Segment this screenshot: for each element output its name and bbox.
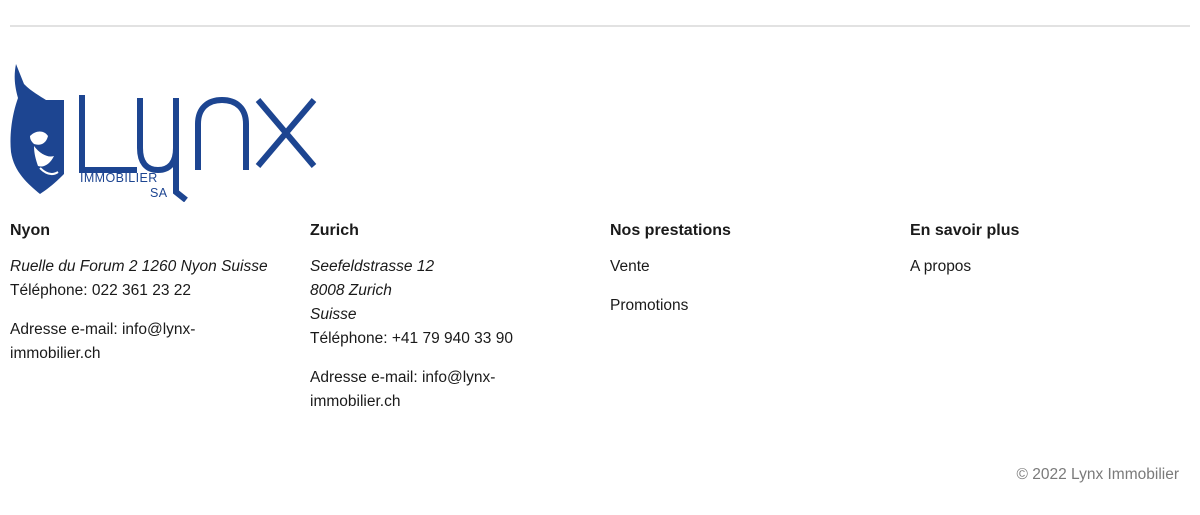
nyon-email-label: Adresse e-mail: <box>10 321 122 338</box>
nyon-address: Ruelle du Forum 2 1260 Nyon Suisse <box>10 258 268 275</box>
copyright-text: © 2022 Lynx Immobilier <box>1016 466 1179 483</box>
footer-divider <box>10 25 1190 27</box>
lynx-logo-graphic: IMMOBILIER SA <box>10 64 317 202</box>
footer-column-zurich: Zurich Seefeldstrasse 12 8008 Zurich Sui… <box>310 221 600 414</box>
column-title-nyon: Nyon <box>10 222 50 239</box>
footer-column-services: Nos prestations Vente Promotions <box>610 221 900 333</box>
nyon-email-line: Adresse e-mail: info@lynx-immobilier.ch <box>10 318 230 366</box>
column-title-zurich: Zurich <box>310 222 359 239</box>
column-title-services: Nos prestations <box>610 222 731 239</box>
link-promotions[interactable]: Promotions <box>610 294 900 318</box>
zurich-address-country: Suisse <box>310 306 357 323</box>
lynx-head-icon <box>10 64 65 194</box>
zurich-email-label: Adresse e-mail: <box>310 369 422 386</box>
zurich-address-city: 8008 Zurich <box>310 282 392 299</box>
footer-column-nyon: Nyon Ruelle du Forum 2 1260 Nyon Suisse … <box>10 221 300 366</box>
zurich-email-line: Adresse e-mail: info@lynx-immobilier.ch <box>310 366 530 414</box>
logo-text-sa: SA <box>150 186 168 200</box>
lynx-logo[interactable]: IMMOBILIER SA <box>10 62 320 202</box>
nyon-phone: Téléphone: 022 361 23 22 <box>10 282 191 299</box>
link-a-propos[interactable]: A propos <box>910 255 1200 279</box>
column-title-more: En savoir plus <box>910 222 1020 239</box>
link-vente[interactable]: Vente <box>610 255 900 279</box>
footer-column-more: En savoir plus A propos <box>910 221 1200 294</box>
logo-text-immobilier: IMMOBILIER <box>80 171 158 185</box>
zurich-address-street: Seefeldstrasse 12 <box>310 258 435 275</box>
zurich-phone: Téléphone: +41 79 940 33 90 <box>310 330 513 347</box>
